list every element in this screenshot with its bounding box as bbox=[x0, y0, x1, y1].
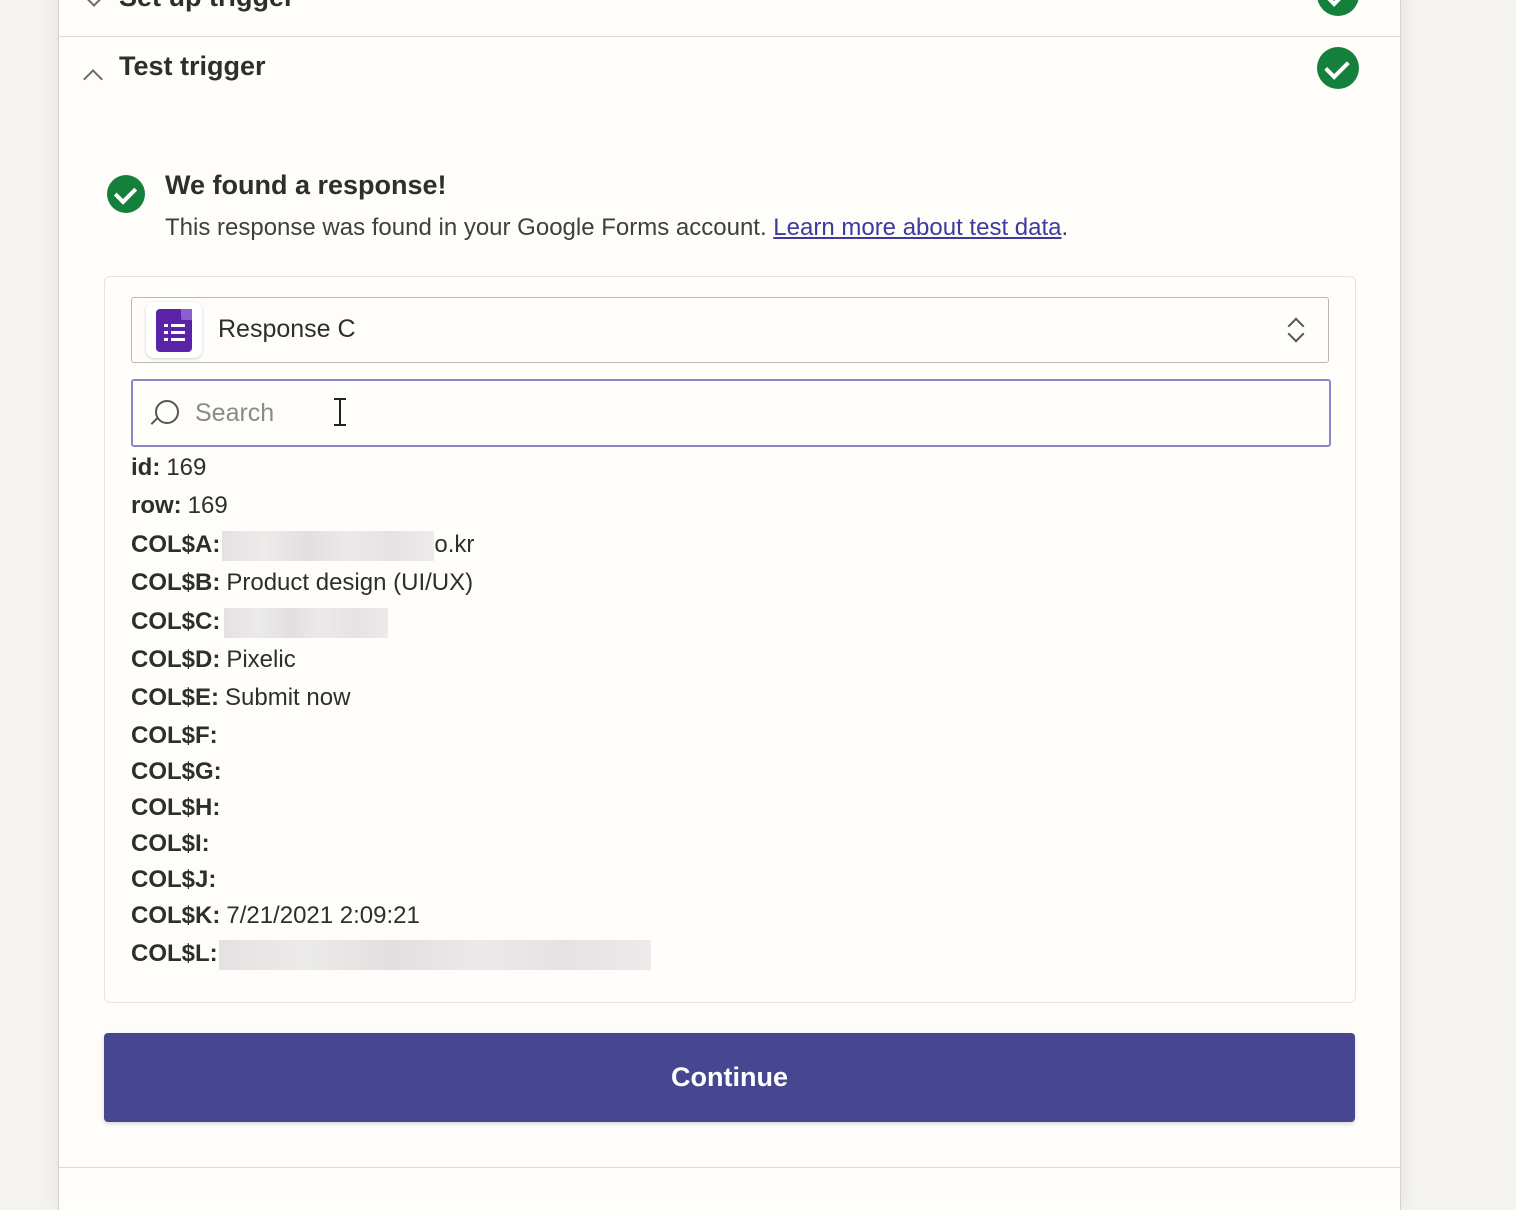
redacted-value bbox=[224, 607, 389, 638]
result-description-text: This response was found in your Google F… bbox=[165, 214, 774, 241]
section-test-trigger-header[interactable]: Test trigger bbox=[59, 37, 1400, 117]
field-row: COL$L: bbox=[131, 939, 1327, 977]
test-result-message: We found a response! This response was f… bbox=[107, 170, 1347, 250]
field-value: o.kr bbox=[434, 531, 475, 558]
chevron-up-down-icon bbox=[1286, 316, 1306, 344]
divider bbox=[59, 1167, 1400, 1168]
section-title-test-trigger: Test trigger bbox=[119, 51, 266, 81]
chevron-down-icon bbox=[84, 0, 104, 7]
field-key: COL$D: bbox=[131, 646, 221, 673]
result-heading: We found a response! bbox=[165, 170, 447, 200]
field-row: COL$B: Product design (UI/UX) bbox=[131, 568, 1327, 607]
section-title-set-up-trigger: Set up trigger bbox=[119, 0, 295, 13]
field-row: COL$E: Submit now bbox=[131, 683, 1327, 721]
field-value: 169 bbox=[187, 492, 228, 519]
continue-button[interactable]: Continue bbox=[104, 1033, 1355, 1122]
field-row: COL$J: bbox=[131, 865, 1327, 901]
field-key: COL$L: bbox=[131, 940, 218, 967]
field-row: COL$I: bbox=[131, 829, 1327, 865]
success-check-icon bbox=[107, 175, 145, 213]
section-set-up-trigger[interactable]: Set up trigger bbox=[59, 0, 1400, 37]
field-key: id: bbox=[131, 454, 161, 481]
field-row: COL$G: bbox=[131, 757, 1327, 793]
success-check-icon bbox=[1317, 47, 1359, 89]
search-field[interactable] bbox=[131, 379, 1331, 447]
field-row: COL$C: bbox=[131, 607, 1327, 645]
field-key: COL$F: bbox=[131, 722, 218, 749]
field-key: COL$A: bbox=[131, 531, 221, 558]
field-key: row: bbox=[131, 492, 182, 519]
result-description-end: . bbox=[1061, 214, 1069, 241]
field-list: id: 169 row: 169 COL$A: o.kr COL$B: Product … bbox=[131, 453, 1327, 977]
field-row: COL$D: Pixelic bbox=[131, 645, 1327, 683]
result-description: This response was found in your Google F… bbox=[165, 214, 1068, 242]
redacted-value bbox=[222, 530, 435, 561]
field-key: COL$J: bbox=[131, 866, 217, 893]
response-select[interactable]: Response C bbox=[131, 297, 1329, 363]
field-value: 169 bbox=[166, 454, 207, 481]
response-select-value: Response C bbox=[218, 315, 356, 343]
field-value: Pixelic bbox=[226, 646, 296, 673]
field-key: COL$G: bbox=[131, 758, 222, 785]
text-cursor-icon bbox=[333, 397, 347, 427]
field-key: COL$H: bbox=[131, 794, 221, 821]
app-icon-tile bbox=[146, 302, 202, 358]
field-row: id: 169 bbox=[131, 453, 1327, 491]
redacted-value bbox=[218, 939, 651, 970]
field-row: COL$H: bbox=[131, 793, 1327, 829]
field-key: COL$I: bbox=[131, 830, 210, 857]
search-input[interactable] bbox=[193, 391, 1097, 435]
google-forms-icon bbox=[156, 309, 192, 352]
field-key: COL$C: bbox=[131, 608, 221, 635]
search-icon bbox=[149, 399, 179, 429]
field-row: row: 169 bbox=[131, 491, 1327, 530]
field-value: Submit now bbox=[225, 684, 351, 711]
field-key: COL$K: bbox=[131, 902, 221, 929]
field-key: COL$B: bbox=[131, 569, 221, 596]
field-row: COL$A: o.kr bbox=[131, 530, 1327, 568]
success-check-icon bbox=[1317, 0, 1359, 16]
field-value: 7/21/2021 2:09:21 bbox=[226, 902, 420, 929]
chevron-up-icon[interactable] bbox=[83, 69, 103, 89]
zap-step-panel: Set up trigger Test trigger We found a r… bbox=[58, 0, 1401, 1210]
field-row: COL$F: bbox=[131, 721, 1327, 757]
field-value: Product design (UI/UX) bbox=[226, 569, 474, 596]
field-row: COL$K: 7/21/2021 2:09:21 bbox=[131, 901, 1327, 939]
test-data-card: Response C id:169 row:169 COL$A:o.kr COL… bbox=[104, 276, 1356, 1003]
learn-more-link[interactable]: Learn more about test data bbox=[773, 214, 1061, 241]
field-key: COL$E: bbox=[131, 684, 220, 711]
